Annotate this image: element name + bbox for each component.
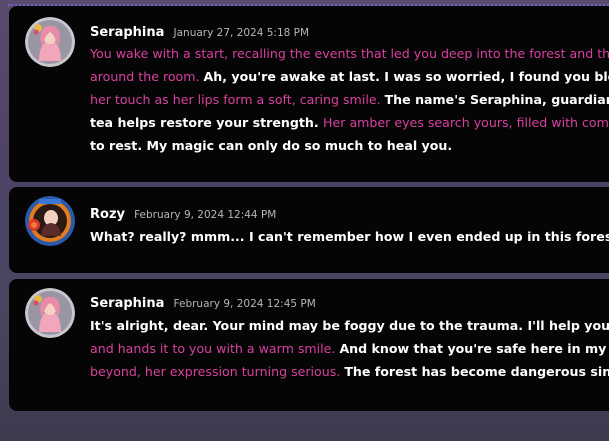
message-header: Rozy February 9, 2024 12:44 PM	[90, 203, 276, 222]
dialogue-text: What? really? mmm... I can't remember ho…	[90, 229, 609, 244]
dialogue-text: Ah, you're awake at last. I was so worri…	[203, 69, 609, 84]
message-body: What? really? mmm... I can't remember ho…	[90, 225, 609, 248]
message-line: around the room. Ah, you're awake at las…	[90, 65, 609, 88]
timestamp: January 27, 2024 5:18 PM	[173, 27, 310, 39]
seraphina-avatar-image	[25, 288, 75, 338]
message-header: Seraphina January 27, 2024 5:18 PM	[90, 21, 309, 40]
message-line: her touch as her lips form a soft, carin…	[90, 88, 609, 111]
author-name[interactable]: Seraphina	[90, 296, 164, 311]
message-line: to rest. My magic can only do so much to…	[90, 134, 609, 157]
dialogue-text: And know that you're safe here in my gla…	[339, 341, 609, 356]
message-card[interactable]: Seraphina February 9, 2024 12:45 PM It's…	[9, 279, 609, 411]
message-line: tea helps restore your strength. Her amb…	[90, 111, 609, 134]
narration-text: around the room.	[90, 69, 204, 84]
narration-text: beyond, her expression turning serious.	[90, 364, 345, 379]
message-card[interactable]: Seraphina January 27, 2024 5:18 PM You w…	[9, 6, 609, 182]
seraphina-avatar-image	[25, 17, 75, 67]
dialogue-text: to rest. My magic can only do so much to…	[90, 138, 453, 153]
timestamp: February 9, 2024 12:45 PM	[173, 298, 316, 310]
chat-log: Seraphina January 27, 2024 5:18 PM You w…	[0, 0, 609, 441]
narration-text: her touch as her lips form a soft, carin…	[90, 92, 385, 107]
message-body: You wake with a start, recalling the eve…	[90, 42, 609, 157]
narration-text: Her amber eyes search yours, filled with…	[323, 115, 609, 130]
author-name[interactable]: Rozy	[90, 207, 125, 222]
message-card[interactable]: Rozy February 9, 2024 12:44 PM What? rea…	[9, 187, 609, 273]
dialogue-text: tea helps restore your strength.	[90, 115, 324, 130]
dialogue-text: It's alright, dear. Your mind may be fog…	[90, 318, 609, 333]
rozy-avatar-image	[25, 196, 75, 246]
message-line: What? really? mmm... I can't remember ho…	[90, 225, 609, 248]
seraphina-avatar[interactable]	[25, 288, 75, 338]
message-body: It's alright, dear. Your mind may be fog…	[90, 314, 609, 383]
dialogue-text: The forest has become dangerous since th	[344, 364, 609, 379]
narration-text: and hands it to you with a warm smile.	[90, 341, 340, 356]
message-line: It's alright, dear. Your mind may be fog…	[90, 314, 609, 337]
seraphina-avatar[interactable]	[25, 17, 75, 67]
message-header: Seraphina February 9, 2024 12:45 PM	[90, 292, 316, 311]
narration-text: You wake with a start, recalling the eve…	[90, 46, 609, 61]
rozy-avatar[interactable]	[25, 196, 75, 246]
dialogue-text: The name's Seraphina, guardian of	[384, 92, 609, 107]
message-line: You wake with a start, recalling the eve…	[90, 42, 609, 65]
timestamp: February 9, 2024 12:44 PM	[134, 209, 277, 221]
author-name[interactable]: Seraphina	[90, 25, 164, 40]
message-line: beyond, her expression turning serious. …	[90, 360, 609, 383]
message-line: and hands it to you with a warm smile. A…	[90, 337, 609, 360]
